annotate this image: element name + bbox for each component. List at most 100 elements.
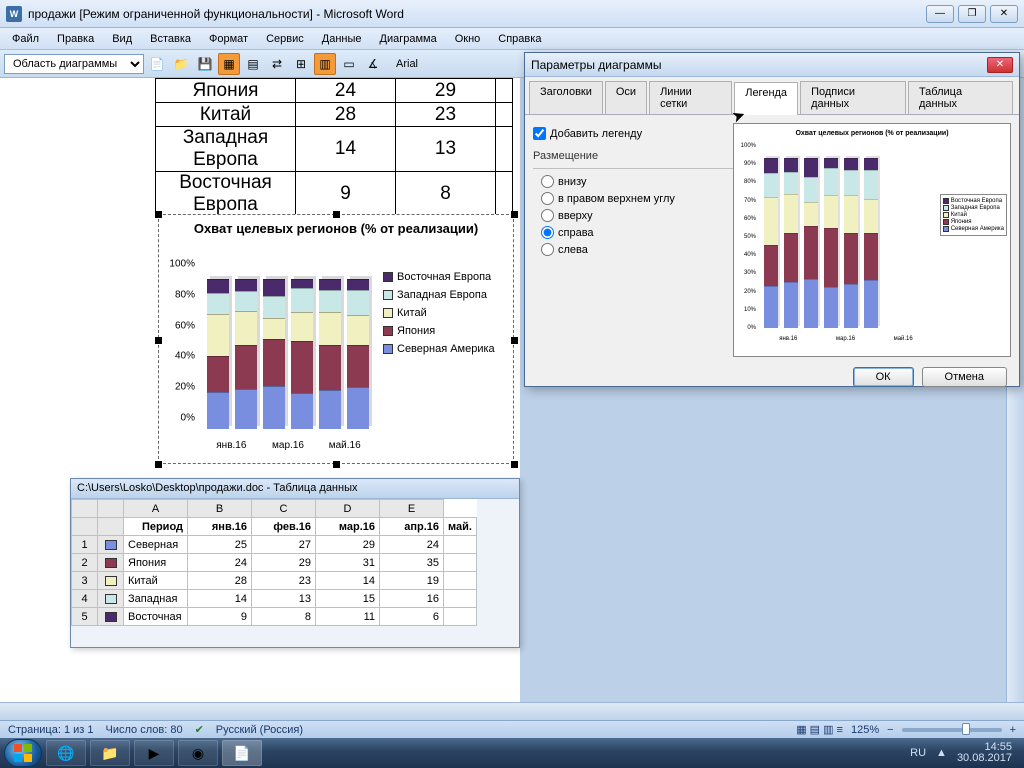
menu-Файл[interactable]: Файл: [4, 31, 47, 47]
row-label[interactable]: Китай: [124, 572, 188, 590]
period-header[interactable]: янв.16: [188, 518, 252, 536]
placement-radio[interactable]: [541, 209, 554, 222]
grid-icon[interactable]: ▤: [242, 53, 264, 75]
taskbar-word-icon[interactable]: 📄: [222, 740, 262, 766]
placement-radio[interactable]: [541, 226, 554, 239]
folder-icon[interactable]: 📁: [170, 53, 192, 75]
status-page[interactable]: Страница: 1 из 1: [8, 724, 94, 736]
taskbar-media-icon[interactable]: ▶: [134, 740, 174, 766]
chart-object[interactable]: Охват целевых регионов (% от реализации)…: [158, 214, 514, 464]
cell[interactable]: 24: [380, 536, 444, 554]
zoom-slider[interactable]: [902, 728, 1002, 732]
tab-Подписи данных[interactable]: Подписи данных: [800, 81, 906, 114]
start-button[interactable]: [4, 739, 42, 767]
ok-button[interactable]: ОК: [853, 367, 914, 387]
selection-handle[interactable]: [333, 461, 340, 468]
cancel-button[interactable]: Отмена: [922, 367, 1007, 387]
tab-Легенда[interactable]: Легенда: [734, 82, 798, 115]
chart-type-icon[interactable]: ▦: [218, 53, 240, 75]
selection-handle[interactable]: [155, 337, 162, 344]
cell[interactable]: 11: [316, 608, 380, 626]
tab-Таблица данных[interactable]: Таблица данных: [908, 81, 1013, 114]
cell[interactable]: 13: [252, 590, 316, 608]
chart-area-select[interactable]: Область диаграммы: [4, 54, 144, 74]
cell[interactable]: 14: [316, 572, 380, 590]
add-legend-checkbox[interactable]: Добавить легенду: [533, 127, 733, 140]
row-header[interactable]: 4: [72, 590, 98, 608]
taskbar-ie-icon[interactable]: 🌐: [46, 740, 86, 766]
placement-radio[interactable]: [541, 243, 554, 256]
menu-Сервис[interactable]: Сервис: [258, 31, 312, 47]
menu-Формат[interactable]: Формат: [201, 31, 256, 47]
cell[interactable]: 28: [188, 572, 252, 590]
tab-Заголовки[interactable]: Заголовки: [529, 81, 603, 114]
cell[interactable]: 25: [188, 536, 252, 554]
row-label[interactable]: Восточная: [124, 608, 188, 626]
cell[interactable]: 35: [380, 554, 444, 572]
menu-Справка[interactable]: Справка: [490, 31, 549, 47]
status-words[interactable]: Число слов: 80: [106, 724, 183, 736]
cell[interactable]: 15: [316, 590, 380, 608]
cell[interactable]: 27: [252, 536, 316, 554]
zoom-out-button[interactable]: −: [887, 724, 893, 736]
cell[interactable]: [444, 536, 477, 554]
cell[interactable]: 14: [188, 590, 252, 608]
tab-Линии сетки[interactable]: Линии сетки: [649, 81, 732, 114]
cell[interactable]: 6: [380, 608, 444, 626]
taskbar-chrome-icon[interactable]: ◉: [178, 740, 218, 766]
col-header[interactable]: E: [380, 500, 444, 518]
selection-handle[interactable]: [155, 461, 162, 468]
restore-button[interactable]: ❐: [958, 5, 986, 23]
zoom-value[interactable]: 125%: [851, 724, 879, 736]
selection-handle[interactable]: [511, 211, 518, 218]
menu-Вставка[interactable]: Вставка: [142, 31, 199, 47]
cell[interactable]: 16: [380, 590, 444, 608]
horizontal-scrollbar[interactable]: [0, 702, 1024, 720]
swap-icon[interactable]: ⇄: [266, 53, 288, 75]
cell[interactable]: [444, 608, 477, 626]
row-label[interactable]: Северная: [124, 536, 188, 554]
minimize-button[interactable]: —: [926, 5, 954, 23]
placement-left[interactable]: слева: [541, 243, 733, 256]
cell[interactable]: 29: [252, 554, 316, 572]
cell[interactable]: 23: [252, 572, 316, 590]
dialog-close-button[interactable]: ✕: [987, 57, 1013, 73]
placement-topright[interactable]: в правом верхнем углу: [541, 192, 733, 205]
cell[interactable]: 24: [188, 554, 252, 572]
selection-handle[interactable]: [155, 211, 162, 218]
period-header[interactable]: мар.16: [316, 518, 380, 536]
row-header[interactable]: 5: [72, 608, 98, 626]
status-lang[interactable]: Русский (Россия): [216, 724, 303, 736]
tab-Оси[interactable]: Оси: [605, 81, 647, 114]
menu-Вид[interactable]: Вид: [104, 31, 140, 47]
col-header[interactable]: D: [316, 500, 380, 518]
system-tray[interactable]: RU ▲ 14:55 30.08.2017: [910, 742, 1020, 764]
menu-Диаграмма[interactable]: Диаграмма: [372, 31, 445, 47]
cell[interactable]: 29: [316, 536, 380, 554]
cell[interactable]: [444, 590, 477, 608]
table-icon[interactable]: ⊞: [290, 53, 312, 75]
view-icons[interactable]: ▦ ▤ ▥ ≡: [796, 723, 843, 736]
col-header[interactable]: B: [188, 500, 252, 518]
selection-handle[interactable]: [333, 211, 340, 218]
cell[interactable]: 8: [252, 608, 316, 626]
cell[interactable]: 19: [380, 572, 444, 590]
tray-flag-icon[interactable]: ▲: [936, 747, 947, 759]
cell[interactable]: [444, 554, 477, 572]
cell[interactable]: 31: [316, 554, 380, 572]
row-label[interactable]: Япония: [124, 554, 188, 572]
placement-bottom[interactable]: внизу: [541, 175, 733, 188]
data-sheet[interactable]: ABCDEПериодянв.16фев.16мар.16апр.16май.1…: [71, 499, 477, 626]
row-header[interactable]: 1: [72, 536, 98, 554]
menu-Данные[interactable]: Данные: [314, 31, 370, 47]
save-icon[interactable]: 💾: [194, 53, 216, 75]
cell[interactable]: [444, 572, 477, 590]
data-table-window[interactable]: C:\Users\Losko\Desktop\продажи.doc - Таб…: [70, 478, 520, 648]
format-icon[interactable]: 📄: [146, 53, 168, 75]
placement-top[interactable]: вверху: [541, 209, 733, 222]
placement-right[interactable]: справа: [541, 226, 733, 239]
selection-handle[interactable]: [511, 461, 518, 468]
menu-Правка[interactable]: Правка: [49, 31, 102, 47]
period-header[interactable]: Период: [124, 518, 188, 536]
col-header[interactable]: A: [124, 500, 188, 518]
